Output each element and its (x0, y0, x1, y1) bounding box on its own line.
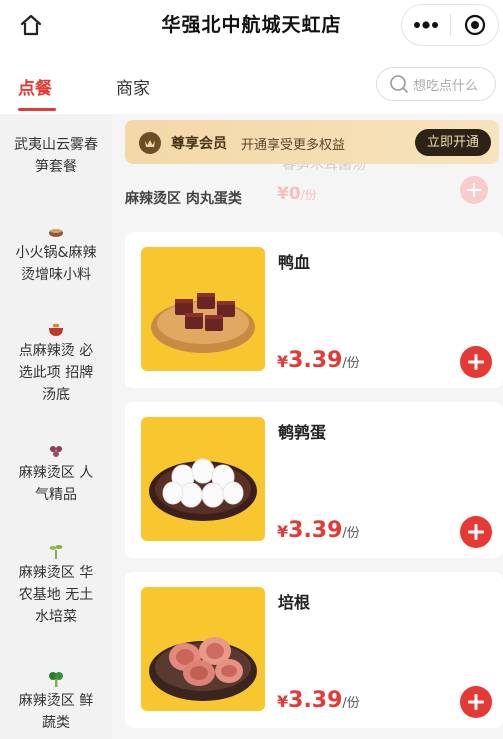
product-price: ¥3.39/份 (277, 518, 360, 543)
sidebar-item-hotpot-condiments[interactable]: 小火锅&麻辣 烫增味小料 (0, 222, 112, 286)
sidebar-item-spring-bamboo-set[interactable]: 武夷山云雾春 笋套餐 (0, 134, 112, 178)
sidebar-item-hydroponic-veg[interactable]: 麻辣烫区 华 农基地 无土 水培菜 (0, 542, 112, 628)
sidebar-item-label: 水培菜 (35, 609, 77, 625)
product-list: 春笋木耳菌汤 ¥0/份 尊享会员 开通享受更多权益 立即开通 麻辣烫区 肉丸蛋类 (112, 114, 503, 739)
product-image-bacon (141, 587, 265, 711)
product-card[interactable]: 培根 ¥3.39/份 (125, 572, 503, 728)
tab-order[interactable]: 点餐 (18, 74, 52, 99)
add-to-cart-button[interactable] (460, 516, 492, 548)
sidebar-item-label: 点麻辣烫 必 (18, 343, 94, 359)
sidebar-item-label: 武夷山云雾春 (14, 137, 98, 153)
vip-open-button[interactable]: 立即开通 (415, 129, 491, 156)
soup-pot-icon (49, 324, 63, 336)
tab-active-indicator (18, 108, 56, 111)
sidebar-item-popular[interactable]: 麻辣烫区 人 气精品 (0, 442, 112, 506)
vip-banner[interactable]: 尊享会员 开通享受更多权益 立即开通 (125, 120, 499, 164)
vip-description: 开通享受更多权益 (241, 138, 346, 153)
sidebar-item-label: 农基地 无土 (18, 587, 94, 603)
sidebar-item-label: 气精品 (35, 487, 77, 503)
category-heading: 麻辣烫区 肉丸蛋类 (125, 191, 242, 207)
tab-merchant[interactable]: 商家 (116, 74, 150, 99)
tab-bar: 点餐 商家 想吃点什么 (0, 50, 503, 114)
target-icon (464, 14, 485, 36)
category-sidebar: 武夷山云雾春 笋套餐 小火锅&麻辣 烫增味小料 点麻辣烫 必 选此项 招牌 汤底… (0, 114, 112, 739)
hotpot-icon (49, 229, 63, 237)
product-card[interactable]: 鸭血 ¥3.39/份 (125, 232, 503, 388)
sidebar-item-label: 烫增味小料 (21, 267, 91, 283)
close-miniapp-button[interactable] (451, 14, 498, 36)
sidebar-item-label: 选此项 招牌 (18, 365, 94, 381)
search-placeholder: 想吃点什么 (413, 78, 479, 94)
search-icon (390, 75, 408, 93)
sprout-icon (49, 545, 63, 559)
sidebar-item-label: 笋套餐 (35, 159, 77, 175)
search-input[interactable]: 想吃点什么 (376, 67, 496, 101)
product-image-quail-eggs (141, 417, 265, 541)
product-name: 鸭血 (278, 253, 311, 272)
product-image-duck-blood (141, 247, 265, 371)
nav-bar: 华强北中航城天虹店 (0, 0, 503, 50)
sidebar-item-fresh-veg[interactable]: 麻辣烫区 鲜 蔬类 (0, 670, 112, 734)
sidebar-item-label: 蔬类 (42, 715, 70, 731)
product-name: 培根 (278, 593, 311, 612)
sidebar-item-label: 汤底 (42, 387, 70, 403)
add-to-cart-button[interactable] (460, 686, 492, 718)
sidebar-item-label: 麻辣烫区 华 (18, 565, 94, 581)
faded-add-button[interactable] (460, 176, 488, 204)
sidebar-item-label: 小火锅&麻辣 (15, 245, 97, 261)
miniapp-capsule (401, 4, 499, 46)
add-to-cart-button[interactable] (460, 346, 492, 378)
broccoli-icon (49, 672, 63, 687)
sidebar-item-label: 麻辣烫区 鲜 (18, 693, 94, 709)
grapes-icon (50, 446, 62, 457)
product-price: ¥3.39/份 (277, 688, 360, 713)
more-button[interactable] (402, 21, 450, 29)
vip-title: 尊享会员 (171, 136, 227, 152)
product-card[interactable]: 鹌鹑蛋 ¥3.39/份 (125, 402, 503, 558)
sidebar-item-label: 麻辣烫区 人 (18, 465, 94, 481)
sidebar-item-soup-base[interactable]: 点麻辣烫 必 选此项 招牌 汤底 (0, 320, 112, 406)
product-name: 鹌鹑蛋 (278, 423, 327, 442)
more-dots-icon (414, 21, 438, 29)
crown-icon (139, 132, 161, 154)
faded-item-price: ¥0/份 (277, 184, 317, 204)
product-price: ¥3.39/份 (277, 348, 360, 373)
